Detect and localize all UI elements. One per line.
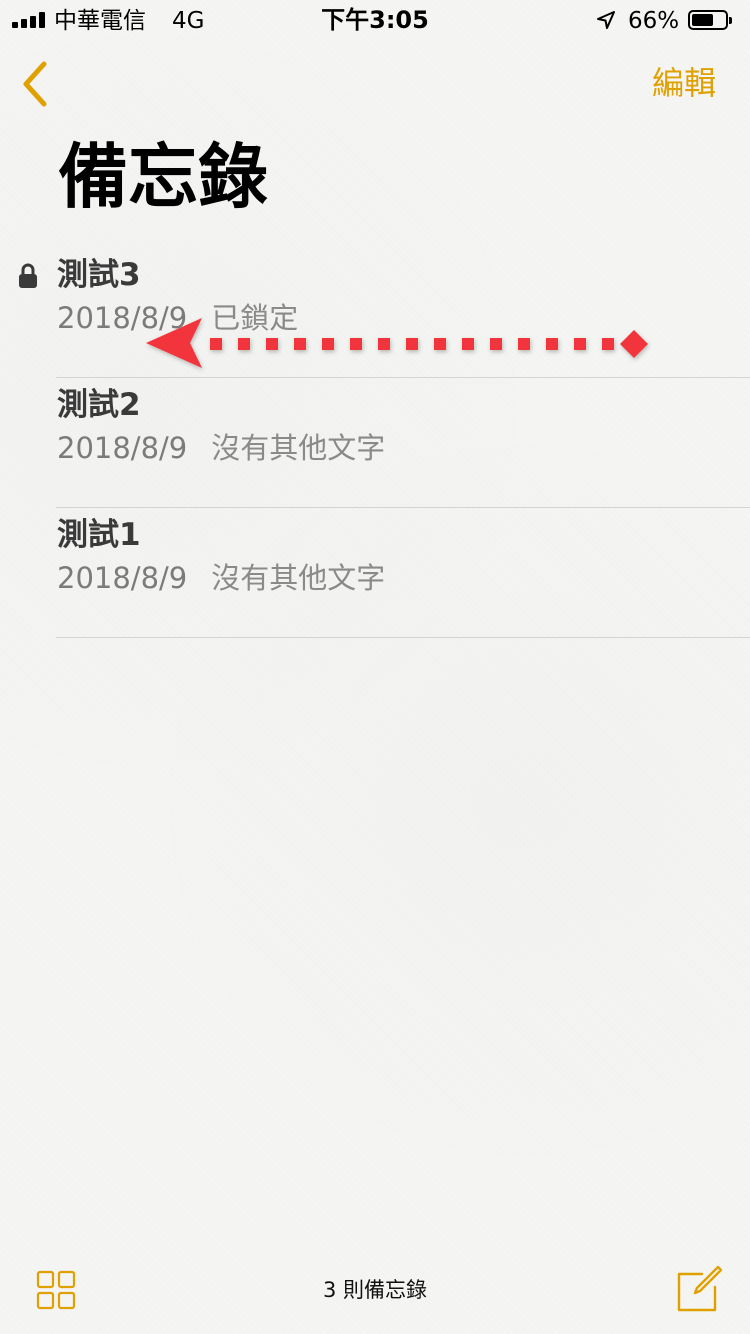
battery-percentage: 66% <box>628 8 680 34</box>
note-title: 測試2 <box>57 387 141 423</box>
lock-icon <box>19 263 37 288</box>
note-item[interactable]: 測試2 2018/8/9 沒有其他文字 <box>0 378 750 508</box>
note-title: 測試3 <box>57 257 141 293</box>
battery-icon <box>688 10 732 30</box>
page-title: 備忘錄 <box>58 136 268 218</box>
edit-button[interactable]: 編輯 <box>652 60 716 106</box>
note-preview: 沒有其他文字 <box>211 561 386 595</box>
compose-button[interactable] <box>676 1264 723 1312</box>
note-date: 2018/8/9 <box>57 431 188 465</box>
back-button[interactable] <box>14 56 60 112</box>
note-item[interactable]: 測試1 2018/8/9 沒有其他文字 <box>0 508 750 638</box>
divider <box>56 637 750 638</box>
status-bar: 中華電信 4G 下午3:05 66% <box>0 0 750 40</box>
note-title: 測試1 <box>57 517 141 553</box>
swipe-left-arrow-icon <box>146 318 648 368</box>
chevron-left-icon <box>23 61 47 107</box>
note-preview: 沒有其他文字 <box>211 431 386 465</box>
compose-icon <box>677 1265 723 1312</box>
note-date: 2018/8/9 <box>57 561 188 595</box>
note-count: 3 則備忘錄 <box>322 1278 428 1302</box>
note-list: 測試3 2018/8/9 已鎖定 測試2 2018/8/9 沒有其他文字 測試1 2… <box>0 248 750 638</box>
note-meta: 2018/8/9 沒有其他文字 <box>57 428 385 468</box>
note-meta: 2018/8/9 沒有其他文字 <box>57 558 385 598</box>
location-arrow-icon <box>597 11 615 29</box>
battery-level <box>692 14 713 26</box>
